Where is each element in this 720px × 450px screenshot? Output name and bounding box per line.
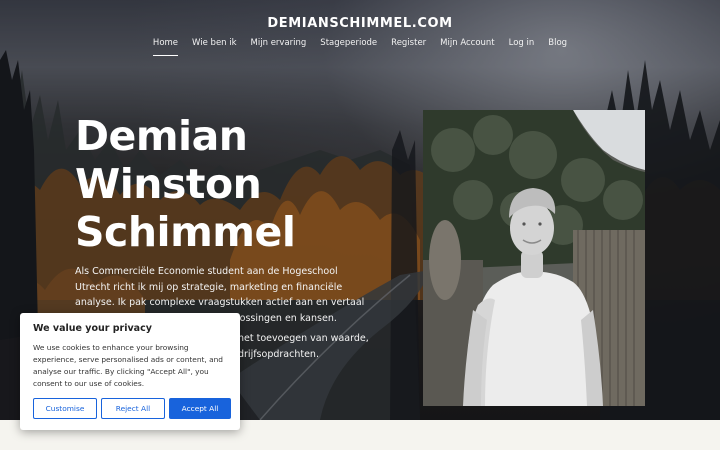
- reject-all-button[interactable]: Reject All: [101, 398, 165, 419]
- cookie-banner-title: We value your privacy: [33, 323, 152, 334]
- hero-title-line-2: Winston: [75, 160, 262, 208]
- main-nav: Home Wie ben ik Mijn ervaring Stageperio…: [0, 38, 720, 56]
- nav-item-register[interactable]: Register: [384, 38, 433, 53]
- cookie-consent-banner: We value your privacy We use cookies to …: [20, 313, 240, 430]
- nav-item-wie-ben-ik[interactable]: Wie ben ik: [185, 38, 244, 53]
- hero-intro-text-tail: oplossingen en kansen.: [225, 312, 337, 324]
- customise-button[interactable]: Customise: [33, 398, 97, 419]
- cookie-banner-text: We use cookies to enhance your browsing …: [33, 343, 224, 388]
- nav-item-log-in[interactable]: Log in: [502, 38, 542, 53]
- nav-item-mijn-account[interactable]: Mijn Account: [433, 38, 501, 53]
- cookie-banner-actions: Customise Reject All Accept All: [33, 398, 231, 419]
- nav-item-home[interactable]: Home: [146, 38, 185, 56]
- hero-title-line-1: Demian: [75, 112, 248, 160]
- hero-title-line-3: Schimmel: [75, 208, 296, 256]
- profile-photo: [423, 110, 645, 406]
- nav-item-mijn-ervaring[interactable]: Mijn ervaring: [244, 38, 314, 53]
- nav-item-blog[interactable]: Blog: [541, 38, 574, 53]
- hero-title: Demian Winston Schimmel: [75, 112, 395, 256]
- hero-second-text-line-1: het toevoegen van waarde,: [238, 333, 369, 344]
- accept-all-button[interactable]: Accept All: [169, 398, 231, 419]
- hero-second-text-line-2: drijfsopdrachten.: [238, 348, 319, 360]
- nav-item-stageperiode[interactable]: Stageperiode: [313, 38, 384, 53]
- site-brand[interactable]: DEMIANSCHIMMEL.COM: [0, 16, 720, 31]
